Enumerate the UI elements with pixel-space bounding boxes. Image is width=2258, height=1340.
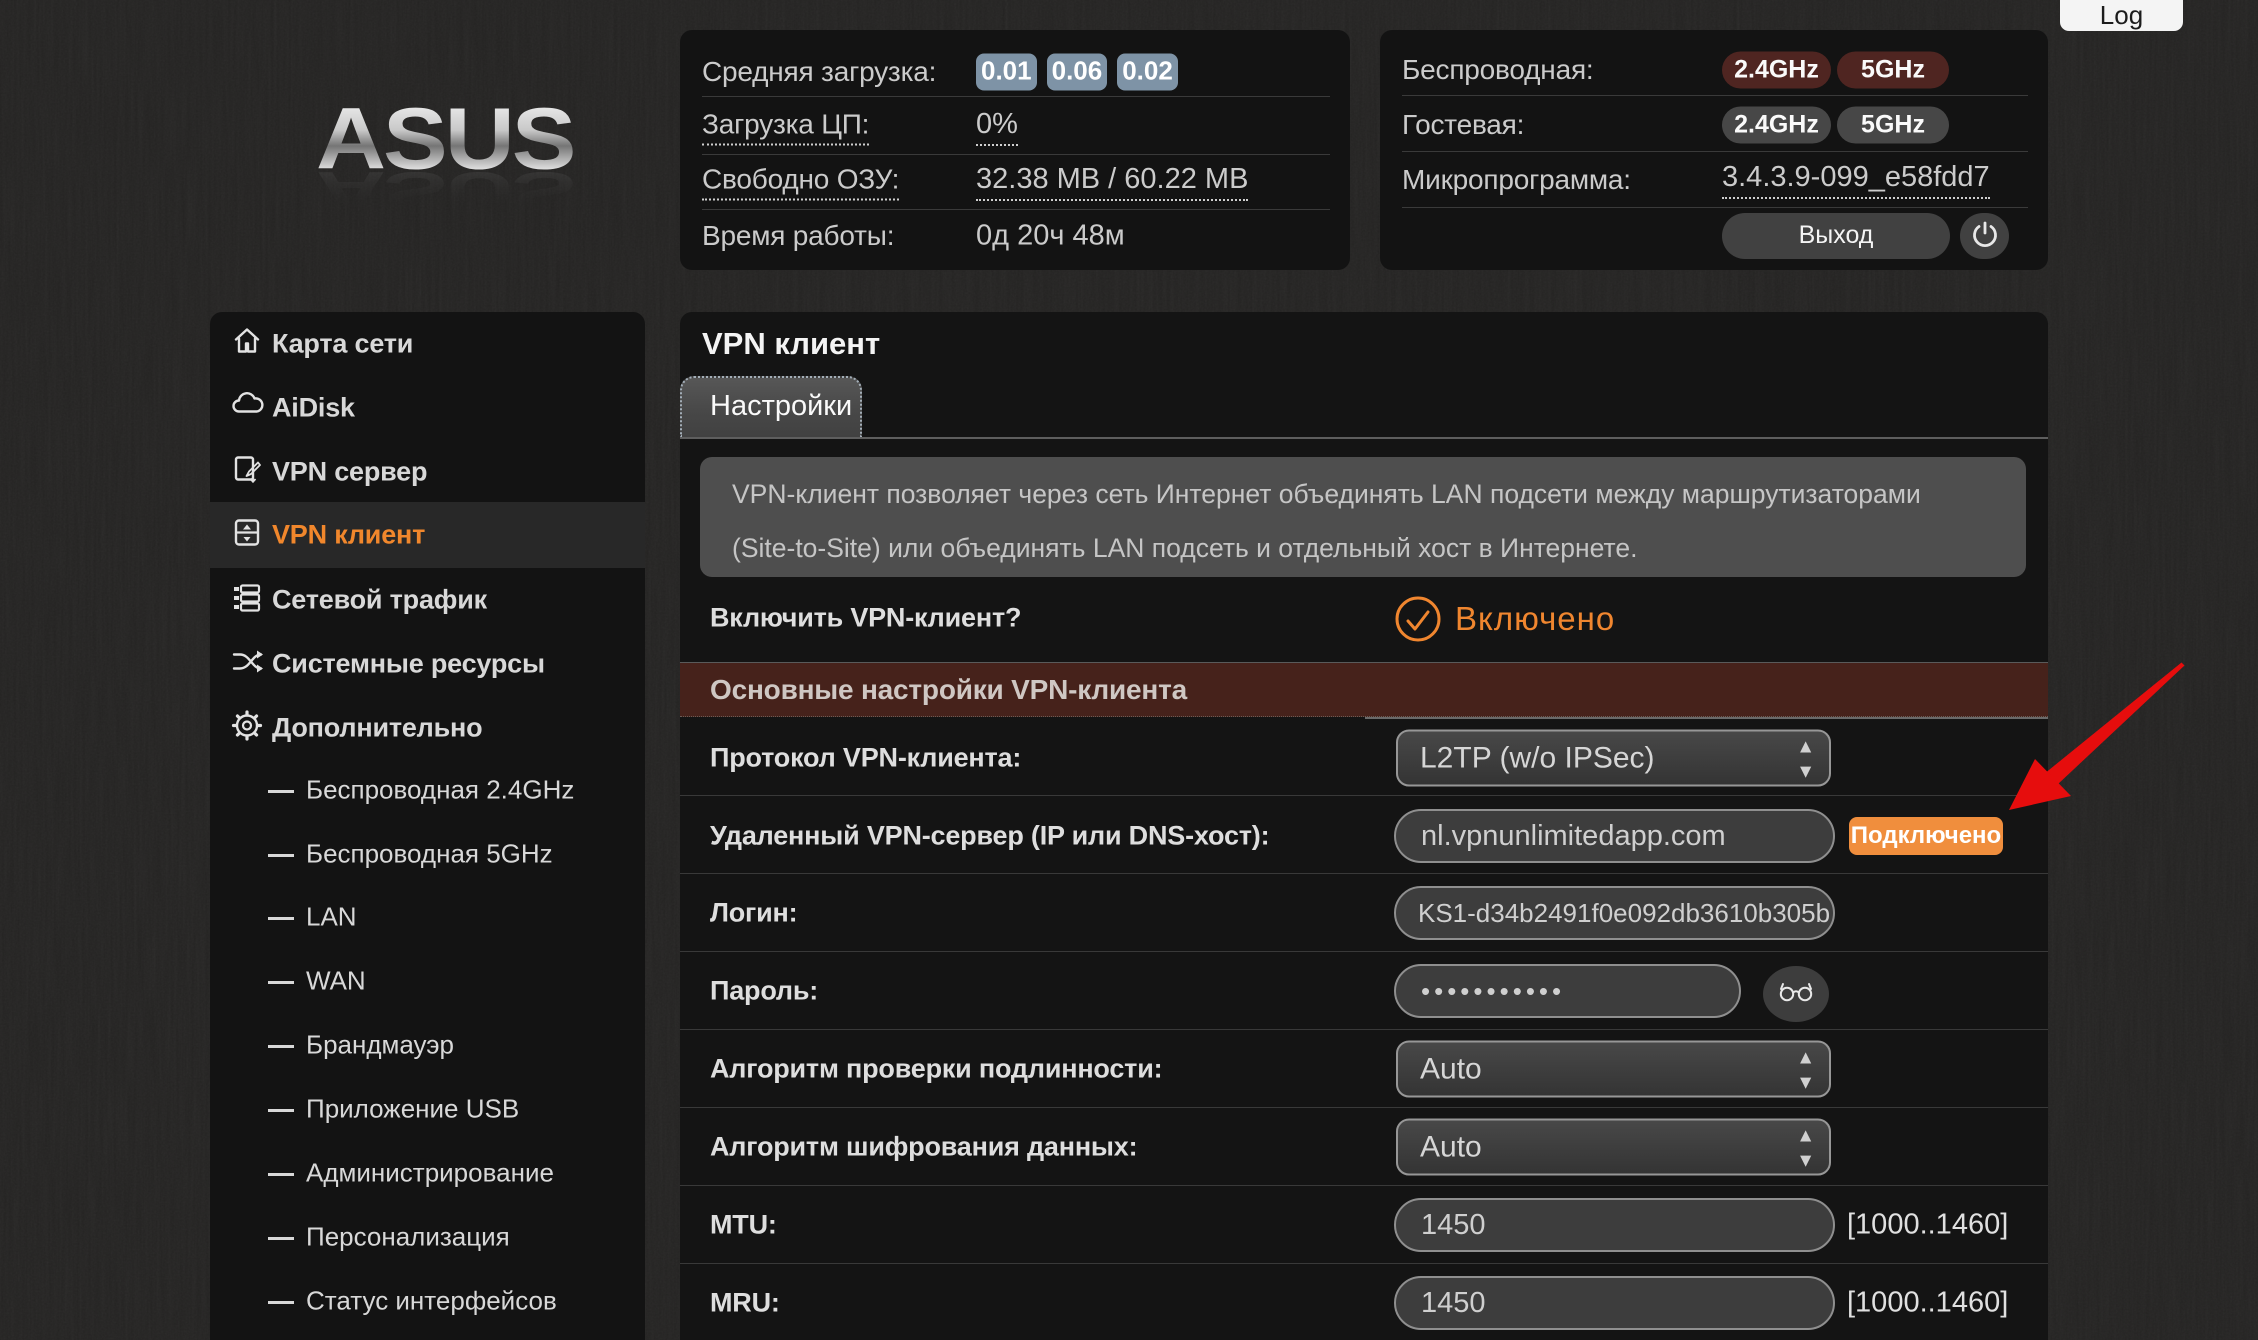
svg-text:ASUS: ASUS — [316, 161, 573, 222]
